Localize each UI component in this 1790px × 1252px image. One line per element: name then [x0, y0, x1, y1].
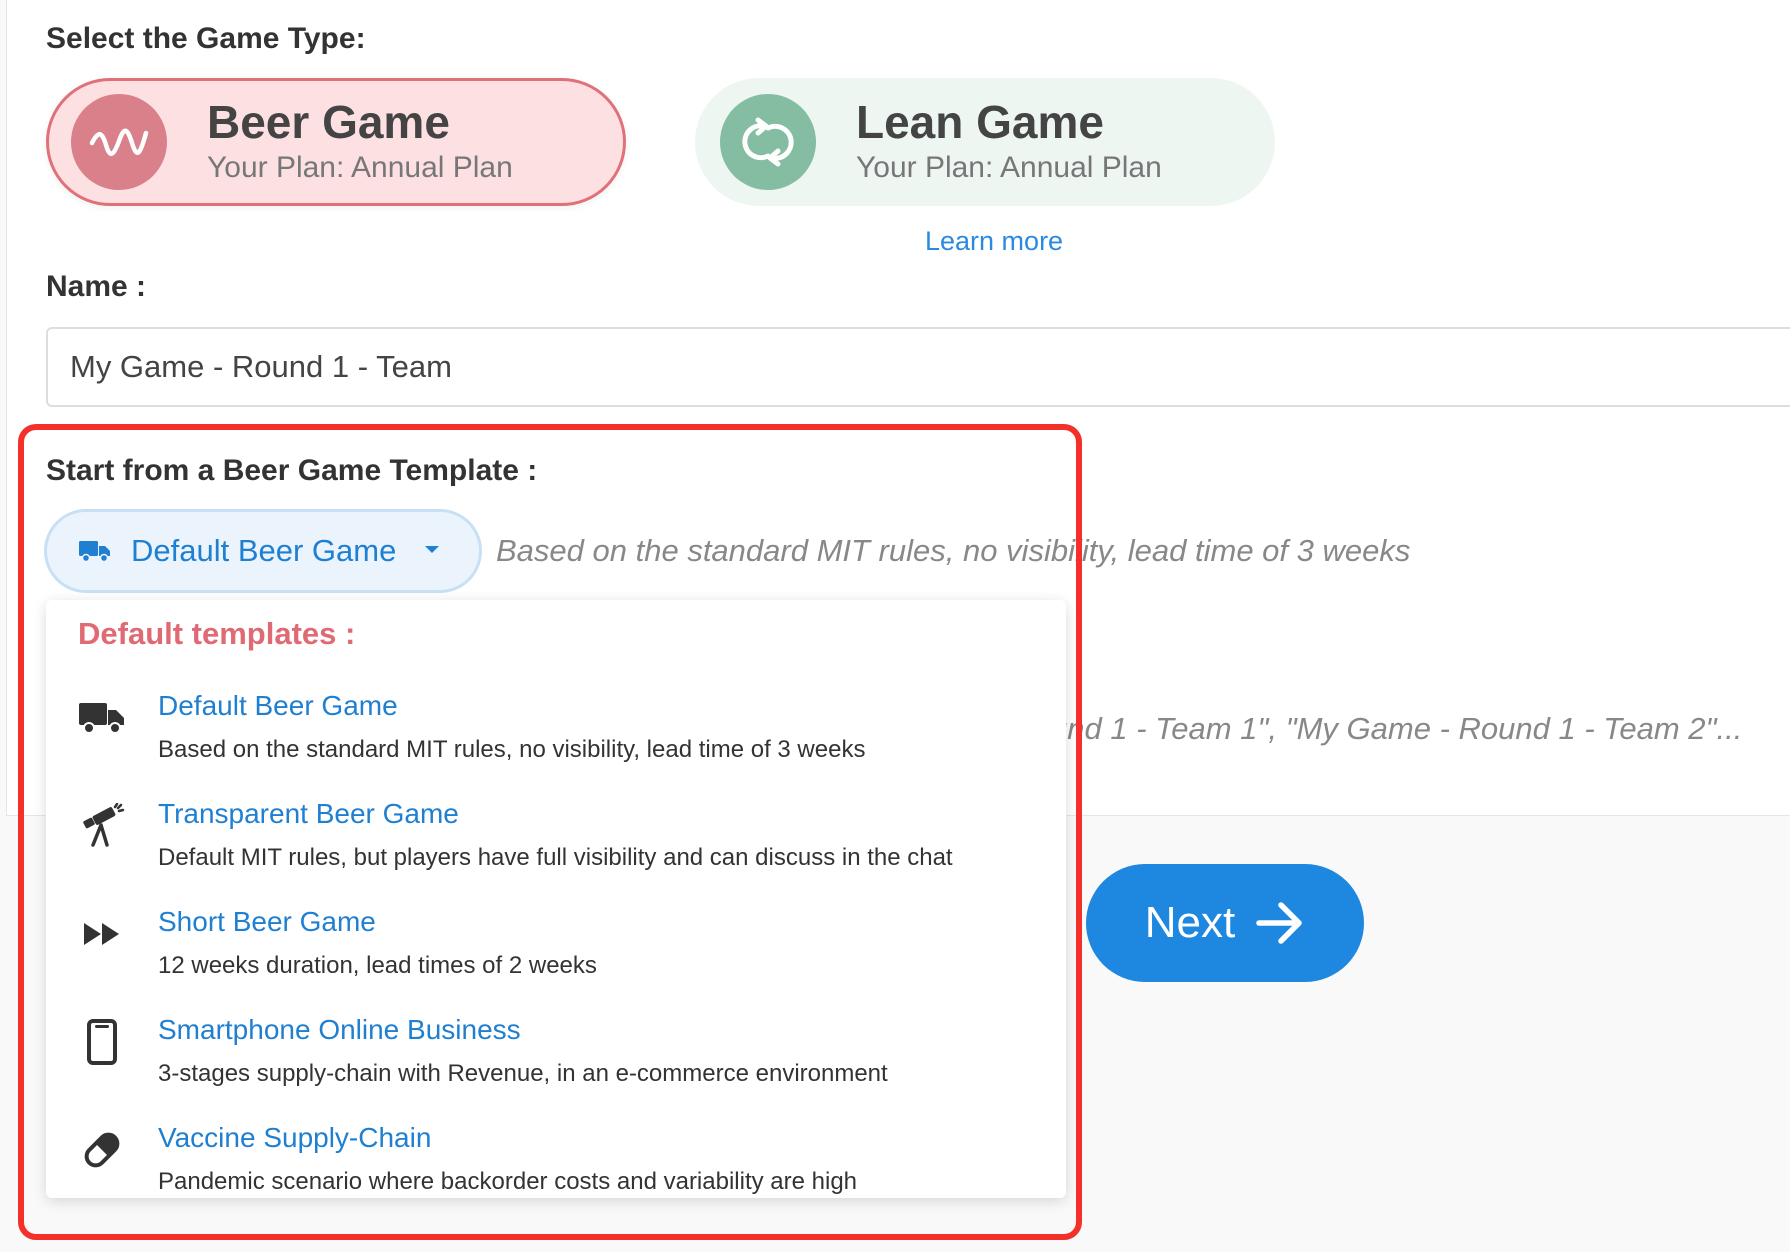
template-select-label: Default Beer Game — [131, 533, 397, 568]
cycle-arrows-icon — [720, 94, 816, 190]
lean-game-title: Lean Game — [856, 96, 1104, 148]
template-item-title: Short Beer Game — [158, 906, 376, 937]
template-item-title: Default Beer Game — [158, 690, 398, 721]
template-item-description: Default MIT rules, but players have full… — [158, 844, 953, 871]
lean-game-plan: Your Plan: Annual Plan — [856, 151, 1162, 184]
telescope-icon — [78, 802, 126, 850]
template-item-title: Smartphone Online Business — [158, 1014, 521, 1045]
team-names-preview: und 1 - Team 1", "My Game - Round 1 - Te… — [1050, 711, 1743, 746]
dropdown-header: Default templates : — [78, 616, 356, 651]
template-item-vaccine-supply-chain[interactable]: Vaccine Supply-Chain Pandemic scenario w… — [46, 1112, 1066, 1216]
template-dropdown-menu: Default templates : Default Beer Game Ba… — [46, 600, 1066, 1198]
beer-game-option[interactable]: Beer Game Your Plan: Annual Plan — [46, 78, 626, 206]
beer-game-title: Beer Game — [207, 96, 450, 148]
lean-game-option[interactable]: Lean Game Your Plan: Annual Plan — [695, 78, 1275, 206]
wave-icon — [71, 94, 167, 190]
template-item-description: Pandemic scenario where backorder costs … — [158, 1168, 858, 1195]
caret-down-icon — [424, 542, 440, 560]
beer-game-plan: Your Plan: Annual Plan — [207, 151, 513, 184]
template-label: Start from a Beer Game Template : — [46, 454, 538, 487]
template-item-transparent-beer-game[interactable]: Transparent Beer Game Default MIT rules,… — [46, 788, 1066, 892]
smartphone-icon — [78, 1018, 126, 1066]
template-select[interactable]: Default Beer Game — [44, 509, 482, 593]
game-type-label: Select the Game Type: — [46, 22, 366, 55]
next-button[interactable]: Next — [1086, 864, 1364, 982]
template-item-title: Vaccine Supply-Chain — [158, 1122, 432, 1153]
truck-icon — [79, 539, 111, 563]
template-item-default-beer-game[interactable]: Default Beer Game Based on the standard … — [46, 680, 1066, 784]
fast-forward-icon — [78, 910, 126, 958]
template-item-description: Based on the standard MIT rules, no visi… — [158, 736, 866, 763]
learn-more-link[interactable]: Learn more — [925, 226, 1063, 257]
arrow-right-icon — [1235, 901, 1305, 945]
truck-icon — [78, 694, 126, 742]
next-button-label: Next — [1144, 898, 1236, 947]
template-item-smartphone-online-business[interactable]: Smartphone Online Business 3-stages supp… — [46, 1004, 1066, 1108]
name-input[interactable] — [46, 327, 1790, 407]
template-item-title: Transparent Beer Game — [158, 798, 459, 829]
template-item-description: 3-stages supply-chain with Revenue, in a… — [158, 1060, 888, 1087]
name-label: Name : — [46, 270, 147, 303]
template-item-short-beer-game[interactable]: Short Beer Game 12 weeks duration, lead … — [46, 896, 1066, 1000]
template-description: Based on the standard MIT rules, no visi… — [496, 533, 1411, 568]
pill-icon — [78, 1126, 126, 1174]
template-item-description: 12 weeks duration, lead times of 2 weeks — [158, 952, 597, 979]
